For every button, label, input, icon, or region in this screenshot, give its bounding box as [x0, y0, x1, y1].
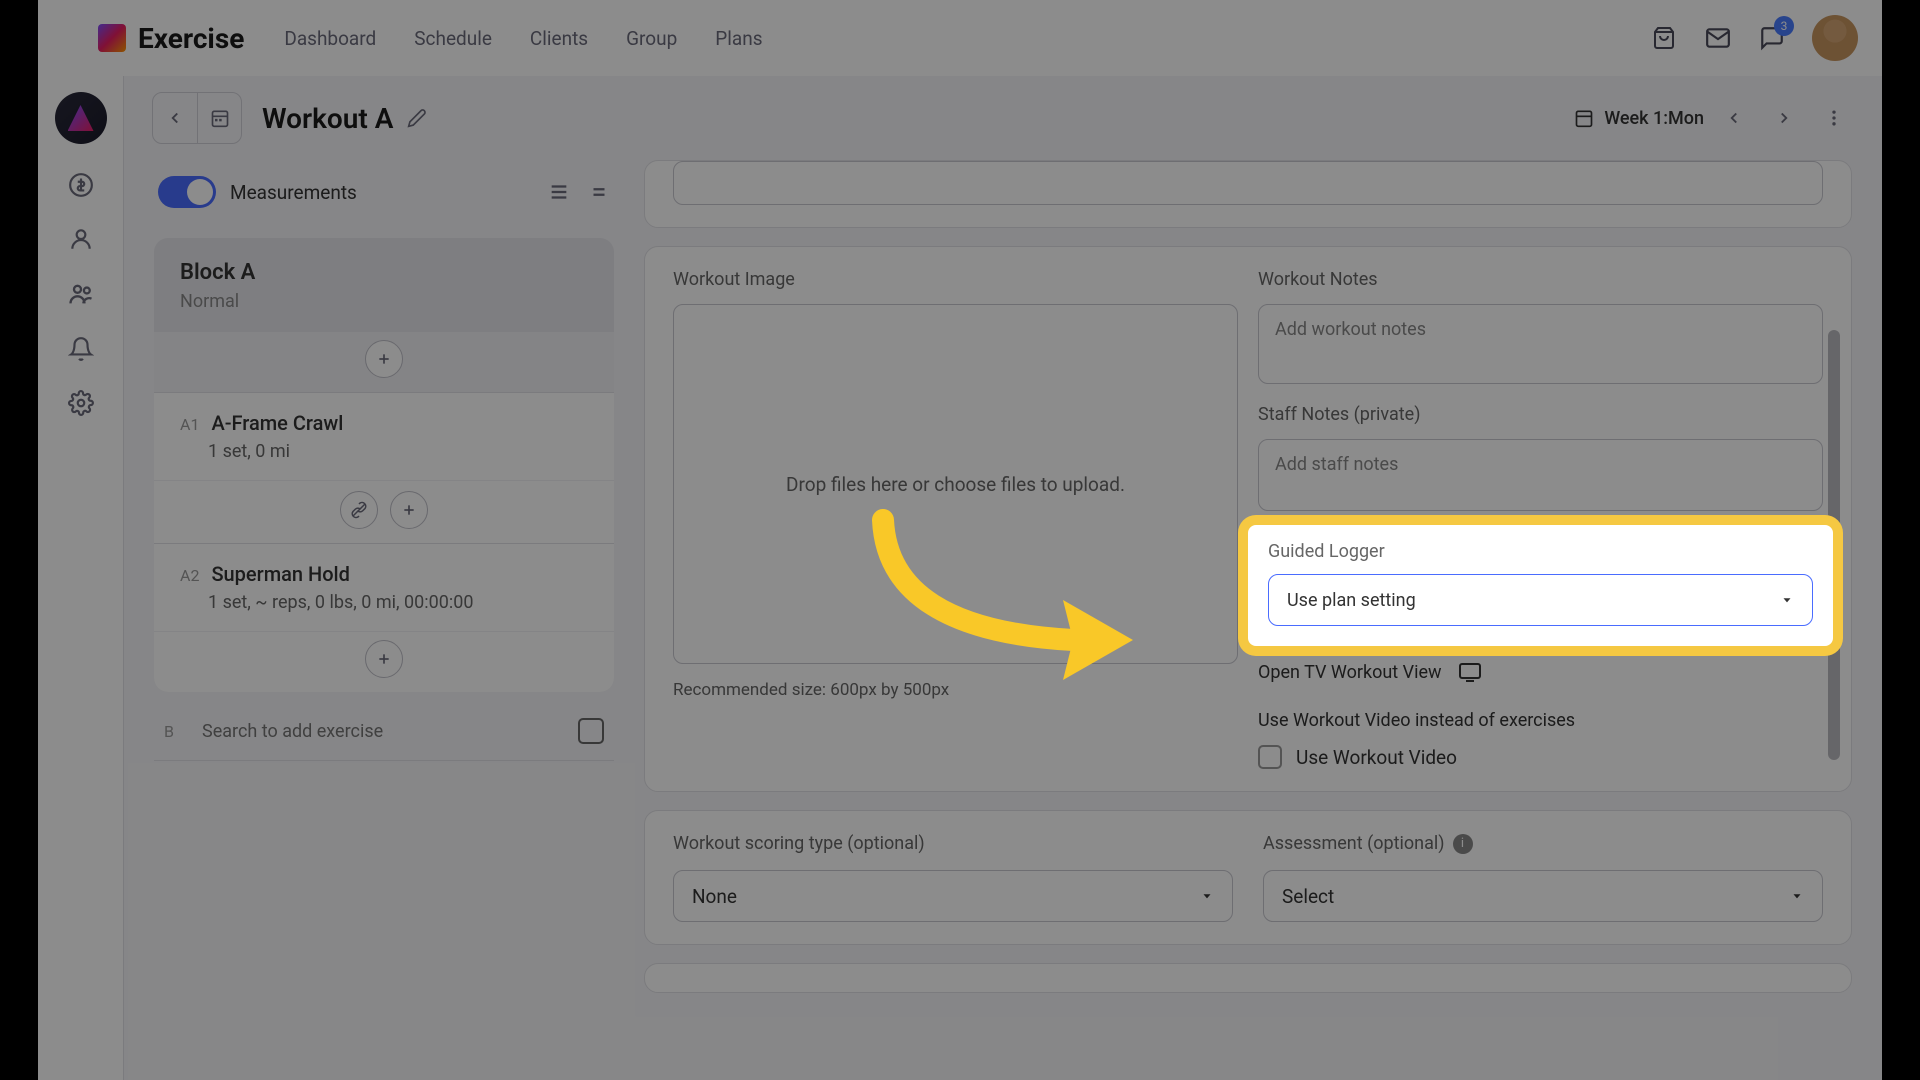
tv-view-label: Open TV Workout View	[1258, 662, 1442, 683]
shopping-bag-icon[interactable]	[1650, 24, 1678, 52]
back-button[interactable]	[153, 93, 197, 143]
settings-panel: Workout Image Drop files here or choose …	[644, 160, 1882, 1080]
exercise-id: A2	[180, 566, 199, 585]
workout-image-label: Workout Image	[673, 269, 1238, 290]
bell-icon[interactable]	[68, 336, 94, 362]
workout-notes-label: Workout Notes	[1258, 269, 1823, 290]
exercise-row[interactable]: A2 Superman Hold 1 set, ~ reps, 0 lbs, 0…	[154, 543, 614, 631]
scoring-type-label: Workout scoring type (optional)	[673, 833, 1233, 854]
week-selector[interactable]: Week 1:Mon	[1574, 108, 1704, 129]
scoring-type-value: None	[692, 885, 737, 908]
image-dropzone[interactable]: Drop files here or choose files to uploa…	[673, 304, 1238, 664]
person-icon[interactable]	[68, 226, 94, 252]
link-exercise-button[interactable]	[340, 491, 378, 529]
block-title: Block A	[180, 260, 588, 285]
image-size-hint: Recommended size: 600px by 500px	[673, 680, 1238, 700]
assessment-select[interactable]: Select	[1263, 870, 1823, 922]
exercise-panel: Measurements Block A Normal	[124, 160, 644, 1080]
edit-icon[interactable]	[407, 108, 427, 128]
staff-notes-label: Staff Notes (private)	[1258, 404, 1823, 425]
add-exercise-button[interactable]	[390, 491, 428, 529]
logo-mark-icon	[98, 24, 126, 52]
measurements-toggle[interactable]	[158, 176, 216, 208]
measurements-label: Measurements	[230, 181, 534, 204]
compact-view-icon[interactable]	[588, 181, 610, 203]
top-nav: Exercise Dashboard Schedule Clients Grou…	[38, 0, 1882, 76]
nav-plans[interactable]: Plans	[715, 27, 762, 50]
use-video-checkbox[interactable]	[1258, 745, 1282, 769]
scoring-type-select[interactable]: None	[673, 870, 1233, 922]
logo[interactable]: Exercise	[98, 22, 244, 55]
block-subtitle: Normal	[180, 291, 588, 312]
description-textarea[interactable]	[673, 161, 1823, 205]
staff-notes-textarea[interactable]: Add staff notes	[1258, 439, 1823, 511]
primary-nav: Dashboard Schedule Clients Group Plans	[284, 27, 762, 50]
people-icon[interactable]	[67, 280, 95, 308]
chevron-down-icon	[1790, 889, 1804, 903]
next-week-button[interactable]	[1764, 98, 1804, 138]
exercise-row[interactable]: A1 A-Frame Crawl 1 set, 0 mi	[154, 392, 614, 480]
assessment-label: Assessment (optional)	[1263, 833, 1445, 854]
exercise-search-input[interactable]	[202, 721, 560, 742]
rail-logo[interactable]	[55, 92, 107, 144]
brand-name: Exercise	[138, 22, 244, 55]
gear-icon[interactable]	[68, 390, 94, 416]
use-video-row[interactable]: Use Workout Video	[1258, 745, 1823, 769]
workout-header: Workout A Week 1:Mon	[124, 76, 1882, 160]
side-rail	[38, 76, 124, 1080]
chat-icon[interactable]: 3	[1758, 24, 1786, 52]
video-heading: Use Workout Video instead of exercises	[1258, 710, 1823, 731]
workout-title: Workout A	[262, 102, 393, 135]
calendar-button[interactable]	[197, 93, 241, 143]
nav-clients[interactable]: Clients	[530, 27, 588, 50]
nav-schedule[interactable]: Schedule	[414, 27, 492, 50]
nav-dashboard[interactable]: Dashboard	[284, 27, 376, 50]
use-video-label: Use Workout Video	[1296, 746, 1457, 769]
exercise-detail: 1 set, ~ reps, 0 lbs, 0 mi, 00:00:00	[180, 592, 588, 613]
exercise-name: Superman Hold	[211, 562, 349, 586]
bottom-card-stub	[644, 963, 1852, 993]
exercise-search-row: B	[154, 702, 614, 761]
add-exercise-button[interactable]	[365, 640, 403, 678]
media-notes-card: Workout Image Drop files here or choose …	[644, 246, 1852, 792]
search-toggle-icon[interactable]	[578, 718, 604, 744]
chevron-down-icon	[1780, 593, 1794, 607]
more-menu-button[interactable]	[1814, 98, 1854, 138]
guided-logger-section: Guided Logger Use plan setting	[1248, 525, 1833, 646]
exercise-detail: 1 set, 0 mi	[180, 441, 588, 462]
user-avatar[interactable]	[1812, 15, 1858, 61]
guided-logger-label: Guided Logger	[1268, 541, 1813, 562]
exercise-name: A-Frame Crawl	[211, 411, 343, 435]
add-to-block-button[interactable]	[365, 340, 403, 378]
chat-badge: 3	[1774, 16, 1794, 36]
new-block-id: B	[164, 722, 184, 741]
dollar-icon[interactable]	[68, 172, 94, 198]
scoring-card: Workout scoring type (optional) None Ass…	[644, 810, 1852, 945]
dropzone-text: Drop files here or choose files to uploa…	[786, 473, 1125, 496]
calendar-small-icon	[1574, 108, 1594, 128]
info-icon[interactable]: i	[1453, 834, 1473, 854]
exercise-id: A1	[180, 415, 199, 434]
workout-notes-textarea[interactable]: Add workout notes	[1258, 304, 1823, 384]
list-view-icon[interactable]	[548, 181, 570, 203]
assessment-value: Select	[1282, 885, 1334, 908]
guided-logger-select[interactable]: Use plan setting	[1268, 574, 1813, 626]
chevron-down-icon	[1200, 889, 1214, 903]
block-card: Block A Normal A1 A-Frame Crawl 1 set, 0…	[154, 238, 614, 692]
guided-logger-value: Use plan setting	[1287, 590, 1416, 611]
tv-icon[interactable]	[1458, 660, 1482, 684]
week-label: Week 1:Mon	[1604, 108, 1704, 129]
nav-group[interactable]: Group	[626, 27, 677, 50]
description-card	[644, 160, 1852, 228]
mail-icon[interactable]	[1704, 24, 1732, 52]
block-header[interactable]: Block A Normal	[154, 238, 614, 332]
prev-week-button[interactable]	[1714, 98, 1754, 138]
